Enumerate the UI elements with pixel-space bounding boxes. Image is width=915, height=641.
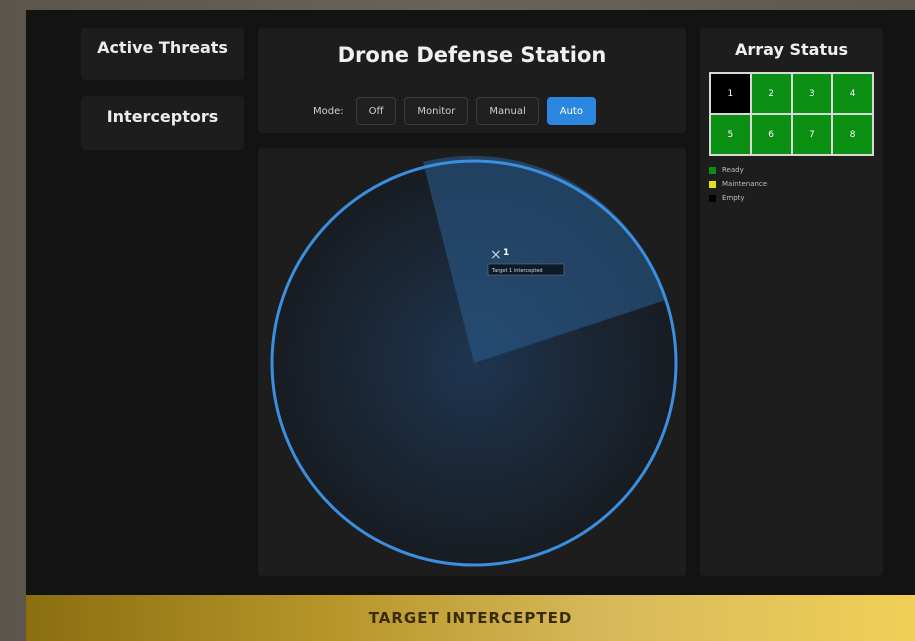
legend-swatch-ready xyxy=(709,166,716,174)
status-banner: TARGET INTERCEPTED xyxy=(26,595,915,641)
array-cell-7[interactable]: 7 xyxy=(791,114,833,155)
target-marker-icon[interactable]: × xyxy=(490,247,502,263)
array-cell-4[interactable]: 4 xyxy=(832,73,873,114)
status-banner-text: TARGET INTERCEPTED xyxy=(368,609,573,627)
array-cell-6[interactable]: 6 xyxy=(750,114,792,155)
interceptors-label: Interceptors xyxy=(106,107,219,126)
legend-label-maintenance: Maintenance xyxy=(722,180,768,188)
array-cell-5[interactable]: 5 xyxy=(710,114,751,155)
mode-selector: Mode: Off Monitor Manual Auto xyxy=(313,97,596,125)
mode-manual-button[interactable]: Manual xyxy=(476,97,539,125)
interceptors-button[interactable]: Interceptors xyxy=(81,96,244,150)
active-threats-label: Active Threats xyxy=(97,38,228,57)
radar-panel: × 1 Target 1 intercepted xyxy=(258,148,686,576)
page-title: Drone Defense Station xyxy=(337,43,607,67)
legend-label-ready: Ready xyxy=(722,166,744,174)
legend-item-empty: Empty xyxy=(709,191,767,205)
legend-item-ready: Ready xyxy=(709,163,767,177)
array-grid: 1 2 3 4 5 6 7 8 xyxy=(709,72,874,156)
station-screen: Active Threats Interceptors Drone Defens… xyxy=(26,10,915,595)
radar-display[interactable]: × 1 Target 1 intercepted xyxy=(258,148,686,576)
mode-label: Mode: xyxy=(313,105,344,117)
active-threats-button[interactable]: Active Threats xyxy=(81,28,244,80)
array-status-panel: Array Status 1 2 3 4 5 6 7 8 Ready Maint… xyxy=(700,28,883,576)
legend-swatch-empty xyxy=(709,194,716,202)
legend-label-empty: Empty xyxy=(722,194,745,202)
mode-auto-button[interactable]: Auto xyxy=(546,97,596,125)
array-status-title: Array Status xyxy=(735,40,848,59)
array-cell-2[interactable]: 2 xyxy=(750,73,792,114)
array-legend: Ready Maintenance Empty xyxy=(709,163,767,205)
header-panel: Drone Defense Station Mode: Off Monitor … xyxy=(258,28,686,133)
legend-item-maintenance: Maintenance xyxy=(709,177,767,191)
target-tooltip-text: Target 1 intercepted xyxy=(491,268,543,274)
array-cell-8[interactable]: 8 xyxy=(832,114,873,155)
target-id: 1 xyxy=(503,248,509,258)
mode-off-button[interactable]: Off xyxy=(355,97,397,125)
array-cell-1[interactable]: 1 xyxy=(710,73,751,114)
legend-swatch-maintenance xyxy=(709,180,716,188)
mode-monitor-button[interactable]: Monitor xyxy=(404,97,469,125)
array-cell-3[interactable]: 3 xyxy=(791,73,833,114)
